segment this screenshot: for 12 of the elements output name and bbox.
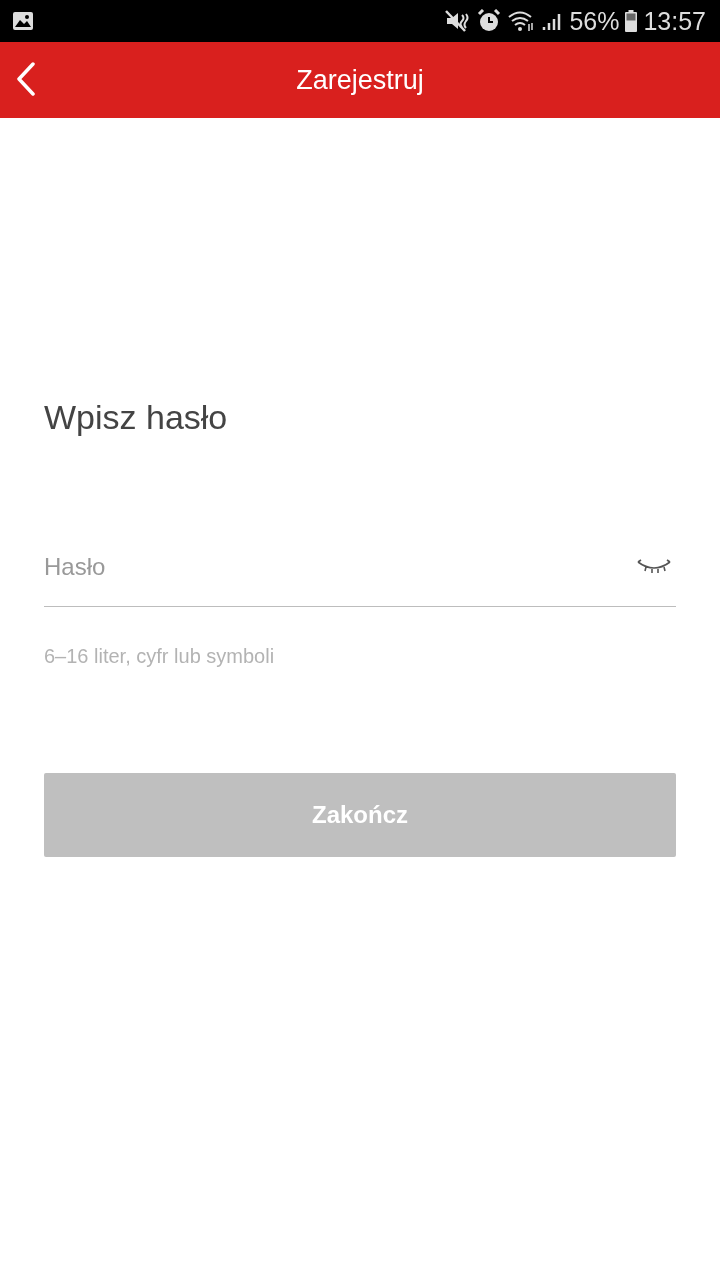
back-button[interactable] [16,62,36,96]
page-heading: Wpisz hasło [44,398,229,437]
clock-time: 13:57 [643,6,706,36]
password-field[interactable]: Hasło [44,527,676,607]
battery-percent: 56% [569,6,620,36]
alarm-icon [477,9,502,33]
battery-icon [625,10,638,32]
back-icon [16,62,36,96]
wifi-icon [507,10,536,32]
hint-text: 6–16 liter, cyfr lub symboli [44,645,276,668]
screen-title: Zarejestruj [296,64,424,96]
image-icon [12,11,34,31]
